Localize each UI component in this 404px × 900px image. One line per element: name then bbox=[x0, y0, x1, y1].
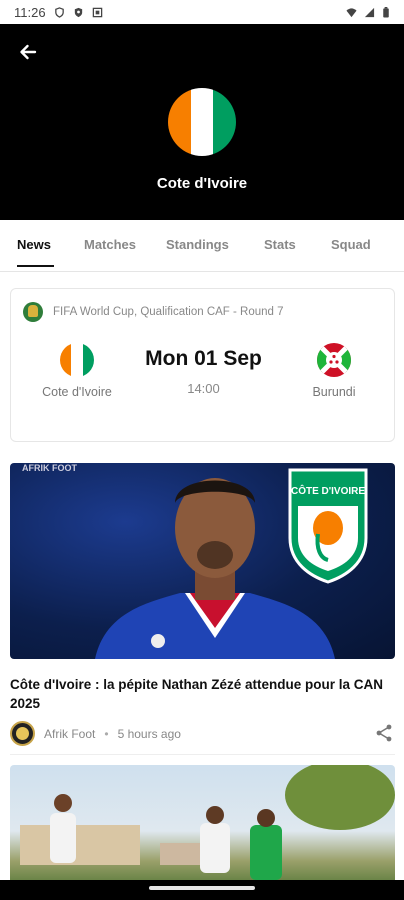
arrow-back-icon bbox=[20, 44, 37, 60]
home-gesture-handle[interactable] bbox=[149, 886, 255, 890]
team-flag bbox=[168, 88, 236, 156]
competition-logo-icon bbox=[23, 302, 43, 322]
tab-news[interactable]: News bbox=[17, 237, 51, 252]
news-image[interactable]: AFRIK FOOT CÔTE D'IVOIRE bbox=[10, 463, 395, 659]
news-source[interactable]: Afrik Foot bbox=[44, 727, 95, 741]
team-header: Cote d'Ivoire bbox=[0, 24, 404, 220]
content-area: News Matches Standings Stats Squad FIFA … bbox=[0, 220, 404, 880]
match-action-photo bbox=[20, 765, 395, 880]
svg-text:CÔTE D'IVOIRE: CÔTE D'IVOIRE bbox=[291, 484, 365, 497]
tab-stats[interactable]: Stats bbox=[264, 237, 296, 252]
status-bar: 11:26 bbox=[0, 0, 404, 24]
team-title: Cote d'Ivoire bbox=[156, 175, 248, 192]
image-source-tag: AFRIK FOOT bbox=[22, 463, 77, 473]
tab-squad[interactable]: Squad bbox=[331, 237, 371, 252]
flag-stripe-green bbox=[213, 88, 236, 156]
away-team-flag bbox=[317, 343, 351, 377]
tab-matches[interactable]: Matches bbox=[84, 237, 136, 252]
vpn-shield-icon bbox=[74, 7, 82, 17]
news-divider bbox=[10, 754, 395, 755]
source-avatar bbox=[10, 721, 35, 746]
match-card[interactable]: FIFA World Cup, Qualification CAF - Roun… bbox=[10, 288, 395, 442]
system-nav-bar bbox=[0, 880, 404, 900]
competition-name: FIFA World Cup, Qualification CAF - Roun… bbox=[53, 306, 284, 318]
wifi-icon bbox=[346, 7, 357, 17]
share-icon bbox=[376, 724, 392, 742]
share-button[interactable] bbox=[374, 723, 394, 743]
tab-bar: News Matches Standings Stats Squad bbox=[0, 220, 404, 272]
news-meta: Afrik Foot • 5 hours ago bbox=[10, 721, 181, 746]
federation-crest: CÔTE D'IVOIRE bbox=[288, 468, 368, 584]
away-team-name: Burundi bbox=[312, 385, 356, 399]
shield-icon bbox=[54, 6, 64, 18]
back-button[interactable] bbox=[14, 38, 42, 66]
active-tab-indicator bbox=[17, 265, 54, 267]
signal-icon bbox=[364, 7, 375, 17]
news-headline[interactable]: Côte d'Ivoire : la pépite Nathan Zézé at… bbox=[10, 675, 395, 713]
tab-standings[interactable]: Standings bbox=[166, 237, 229, 252]
news-image-2[interactable] bbox=[10, 765, 395, 880]
notification-square-icon bbox=[92, 7, 102, 17]
status-time: 11:26 bbox=[14, 4, 46, 20]
flag-stripe-orange bbox=[168, 88, 191, 156]
battery-icon bbox=[383, 6, 389, 18]
competition-row: FIFA World Cup, Qualification CAF - Roun… bbox=[23, 302, 284, 322]
flag-stripe-white bbox=[190, 88, 214, 156]
news-time: 5 hours ago bbox=[117, 726, 181, 741]
meta-separator: • bbox=[104, 726, 109, 741]
